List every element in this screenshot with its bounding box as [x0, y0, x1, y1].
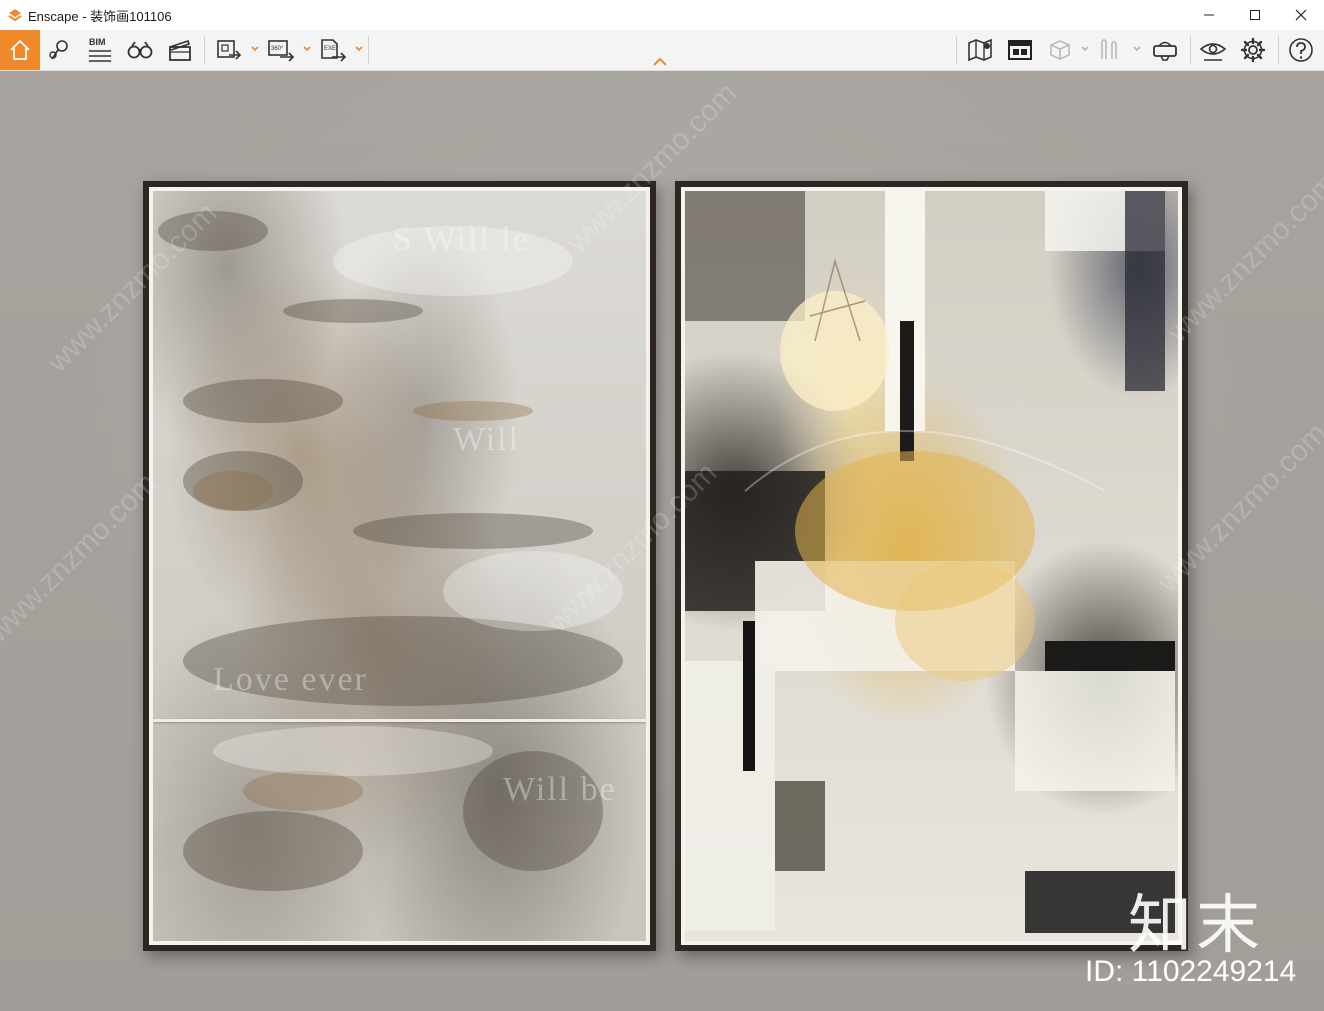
watermark-text: www.znzmo.com [0, 466, 164, 649]
location-pin-icon [49, 40, 68, 60]
svg-text:EXE: EXE [324, 46, 336, 52]
cube-view-icon [1050, 40, 1070, 60]
embossed-text-decoration: Will [453, 421, 521, 458]
bim-icon: BIM [89, 37, 111, 62]
title-bar: Enscape - 装饰画101106 [0, 0, 1324, 30]
map-button[interactable] [964, 30, 996, 70]
home-button[interactable] [0, 30, 40, 70]
exe-export-icon: EXE [321, 39, 347, 62]
vr-button[interactable] [1148, 30, 1182, 70]
binoculars-button[interactable] [124, 30, 156, 70]
asset-id-label: ID: 1102249214 [1085, 955, 1297, 988]
screenshot-export-icon [217, 40, 242, 60]
collapse-toolbar-chevron-up-icon[interactable] [651, 56, 669, 68]
left-painting-frame: S Will le Will Love ever Will be [143, 181, 656, 951]
help-icon [1289, 38, 1313, 62]
visibility-eye-icon [1199, 43, 1227, 61]
walk-mode-button[interactable] [1094, 30, 1126, 70]
settings-button[interactable] [1236, 30, 1270, 70]
home-icon [10, 40, 30, 60]
chevron-down-icon[interactable] [250, 44, 260, 54]
toolbar-separator [1278, 36, 1279, 64]
settings-gear-icon [1240, 37, 1266, 63]
chevron-down-icon[interactable] [1132, 44, 1142, 54]
minimize-icon [1204, 14, 1214, 16]
vr-headset-icon [1153, 41, 1177, 61]
close-button[interactable] [1278, 0, 1324, 30]
embossed-text-decoration: S Will le [393, 221, 530, 258]
chevron-down-icon[interactable] [302, 44, 312, 54]
right-painting-frame [675, 181, 1188, 951]
right-painting-mat [681, 187, 1182, 945]
render-viewport[interactable]: S Will le Will Love ever Will be www.znz… [0, 71, 1324, 1011]
toolbar-separator [1190, 36, 1191, 64]
asset-library-button[interactable] [1004, 30, 1036, 70]
embossed-text-decoration: Love ever [213, 661, 368, 698]
location-button[interactable] [44, 30, 76, 70]
toolbar-separator [956, 36, 957, 64]
right-canvas-strokes [685, 191, 1175, 933]
left-canvas-texture [158, 211, 623, 891]
brand-watermark-logo: 知末 [1128, 889, 1264, 963]
panorama-export-button[interactable]: 360° [264, 30, 298, 70]
screenshot-export-button[interactable] [212, 30, 246, 70]
svg-text:360°: 360° [271, 46, 284, 52]
toolbar-separator [368, 36, 369, 64]
left-painting-mat: S Will le Will Love ever Will be [149, 187, 650, 945]
right-abstract-canvas [685, 191, 1178, 941]
view-mode-button[interactable] [1044, 30, 1076, 70]
maximize-icon [1250, 10, 1260, 20]
bim-button[interactable]: BIM [84, 30, 116, 70]
help-button[interactable] [1284, 30, 1318, 70]
visual-settings-button[interactable] [1196, 30, 1230, 70]
window-controls [1186, 0, 1324, 30]
toolbar-separator [204, 36, 205, 64]
binoculars-icon [127, 41, 153, 59]
chevron-down-icon[interactable] [354, 44, 364, 54]
panorama-360-export-icon: 360° [268, 40, 295, 62]
enscape-logo-icon [8, 9, 22, 22]
map-icon [968, 38, 992, 62]
window-title: Enscape - 装饰画101106 [28, 8, 172, 24]
minimize-button[interactable] [1186, 0, 1232, 30]
clapperboard-icon [169, 39, 191, 61]
chevron-down-icon[interactable] [1080, 44, 1090, 54]
svg-text:BIM: BIM [89, 37, 106, 47]
embossed-text-decoration: Will be [503, 771, 617, 808]
left-abstract-canvas: S Will le Will Love ever Will be [153, 191, 646, 941]
asset-library-icon [1008, 40, 1032, 60]
walk-figures-icon [1101, 39, 1117, 59]
exe-export-button[interactable]: EXE [316, 30, 350, 70]
close-icon [1295, 9, 1307, 21]
maximize-button[interactable] [1232, 0, 1278, 30]
video-editor-button[interactable] [164, 30, 196, 70]
